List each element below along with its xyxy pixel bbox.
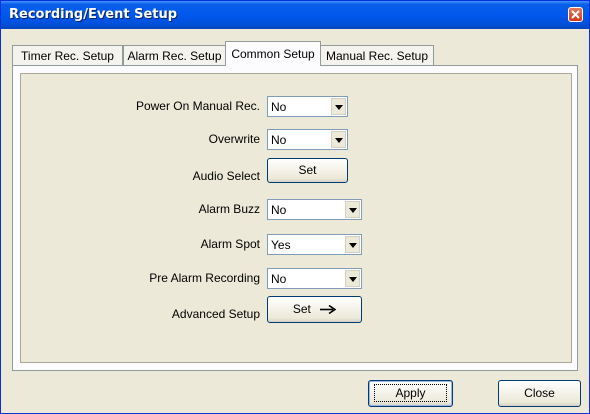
chevron-down-icon[interactable] — [345, 201, 360, 218]
alarm-buzz-value: No — [271, 203, 287, 217]
alarm-buzz-label: Alarm Buzz — [198, 202, 260, 216]
chevron-down-icon[interactable] — [331, 98, 346, 115]
alarm-spot-select[interactable]: Yes — [267, 234, 362, 255]
audio-select-set-button[interactable]: Set — [267, 158, 348, 183]
overwrite-select[interactable]: No — [267, 129, 348, 150]
tab-label: Manual Rec. Setup — [325, 49, 429, 63]
overwrite-value: No — [271, 133, 287, 147]
alarm-buzz-select[interactable]: No — [267, 199, 362, 220]
close-icon — [571, 10, 580, 19]
power-on-manual-rec-select[interactable]: No — [267, 96, 348, 117]
arrow-right-icon — [320, 305, 337, 315]
tab-manual-rec-setup[interactable]: Manual Rec. Setup — [320, 45, 434, 65]
close-button[interactable]: Close — [498, 380, 581, 407]
advanced-setup-set-label: Set — [292, 302, 311, 316]
tab-panel: Power On Manual Rec. No Overwrite No Aud… — [12, 65, 578, 371]
power-on-manual-rec-label: Power On Manual Rec. — [135, 99, 260, 113]
chevron-down-icon[interactable] — [331, 131, 346, 148]
title-bar[interactable]: Recording/Event Setup — [1, 1, 589, 29]
apply-button[interactable]: Apply — [368, 380, 453, 407]
close-label: Close — [524, 386, 555, 400]
settings-group: Power On Manual Rec. No Overwrite No Aud… — [20, 73, 572, 363]
pre-alarm-recording-value: No — [271, 272, 287, 286]
alarm-spot-label: Alarm Spot — [200, 237, 260, 251]
power-on-manual-rec-value: No — [271, 100, 287, 114]
tab-label: Timer Rec. Setup — [21, 49, 114, 63]
pre-alarm-recording-select[interactable]: No — [267, 268, 362, 289]
tab-label: Alarm Rec. Setup — [127, 49, 222, 63]
close-window-button[interactable] — [568, 7, 583, 22]
chevron-down-icon[interactable] — [345, 270, 360, 287]
audio-select-set-label: Set — [298, 163, 317, 177]
tab-timer-rec-setup[interactable]: Timer Rec. Setup — [12, 45, 123, 65]
tab-alarm-rec-setup[interactable]: Alarm Rec. Setup — [123, 45, 226, 65]
dialog-window: Recording/Event Setup Timer Rec. Setup A… — [0, 0, 590, 414]
pre-alarm-recording-label: Pre Alarm Recording — [149, 271, 260, 285]
advanced-setup-set-button[interactable]: Set — [267, 296, 362, 323]
window-title: Recording/Event Setup — [9, 7, 178, 22]
tab-label: Common Setup — [231, 47, 315, 61]
advanced-setup-label: Advanced Setup — [171, 307, 260, 321]
overwrite-label: Overwrite — [208, 132, 260, 146]
tab-common-setup[interactable]: Common Setup — [225, 41, 321, 66]
apply-label: Apply — [374, 384, 447, 402]
audio-select-label: Audio Select — [192, 169, 260, 183]
alarm-spot-value: Yes — [271, 238, 291, 252]
chevron-down-icon[interactable] — [345, 236, 360, 253]
